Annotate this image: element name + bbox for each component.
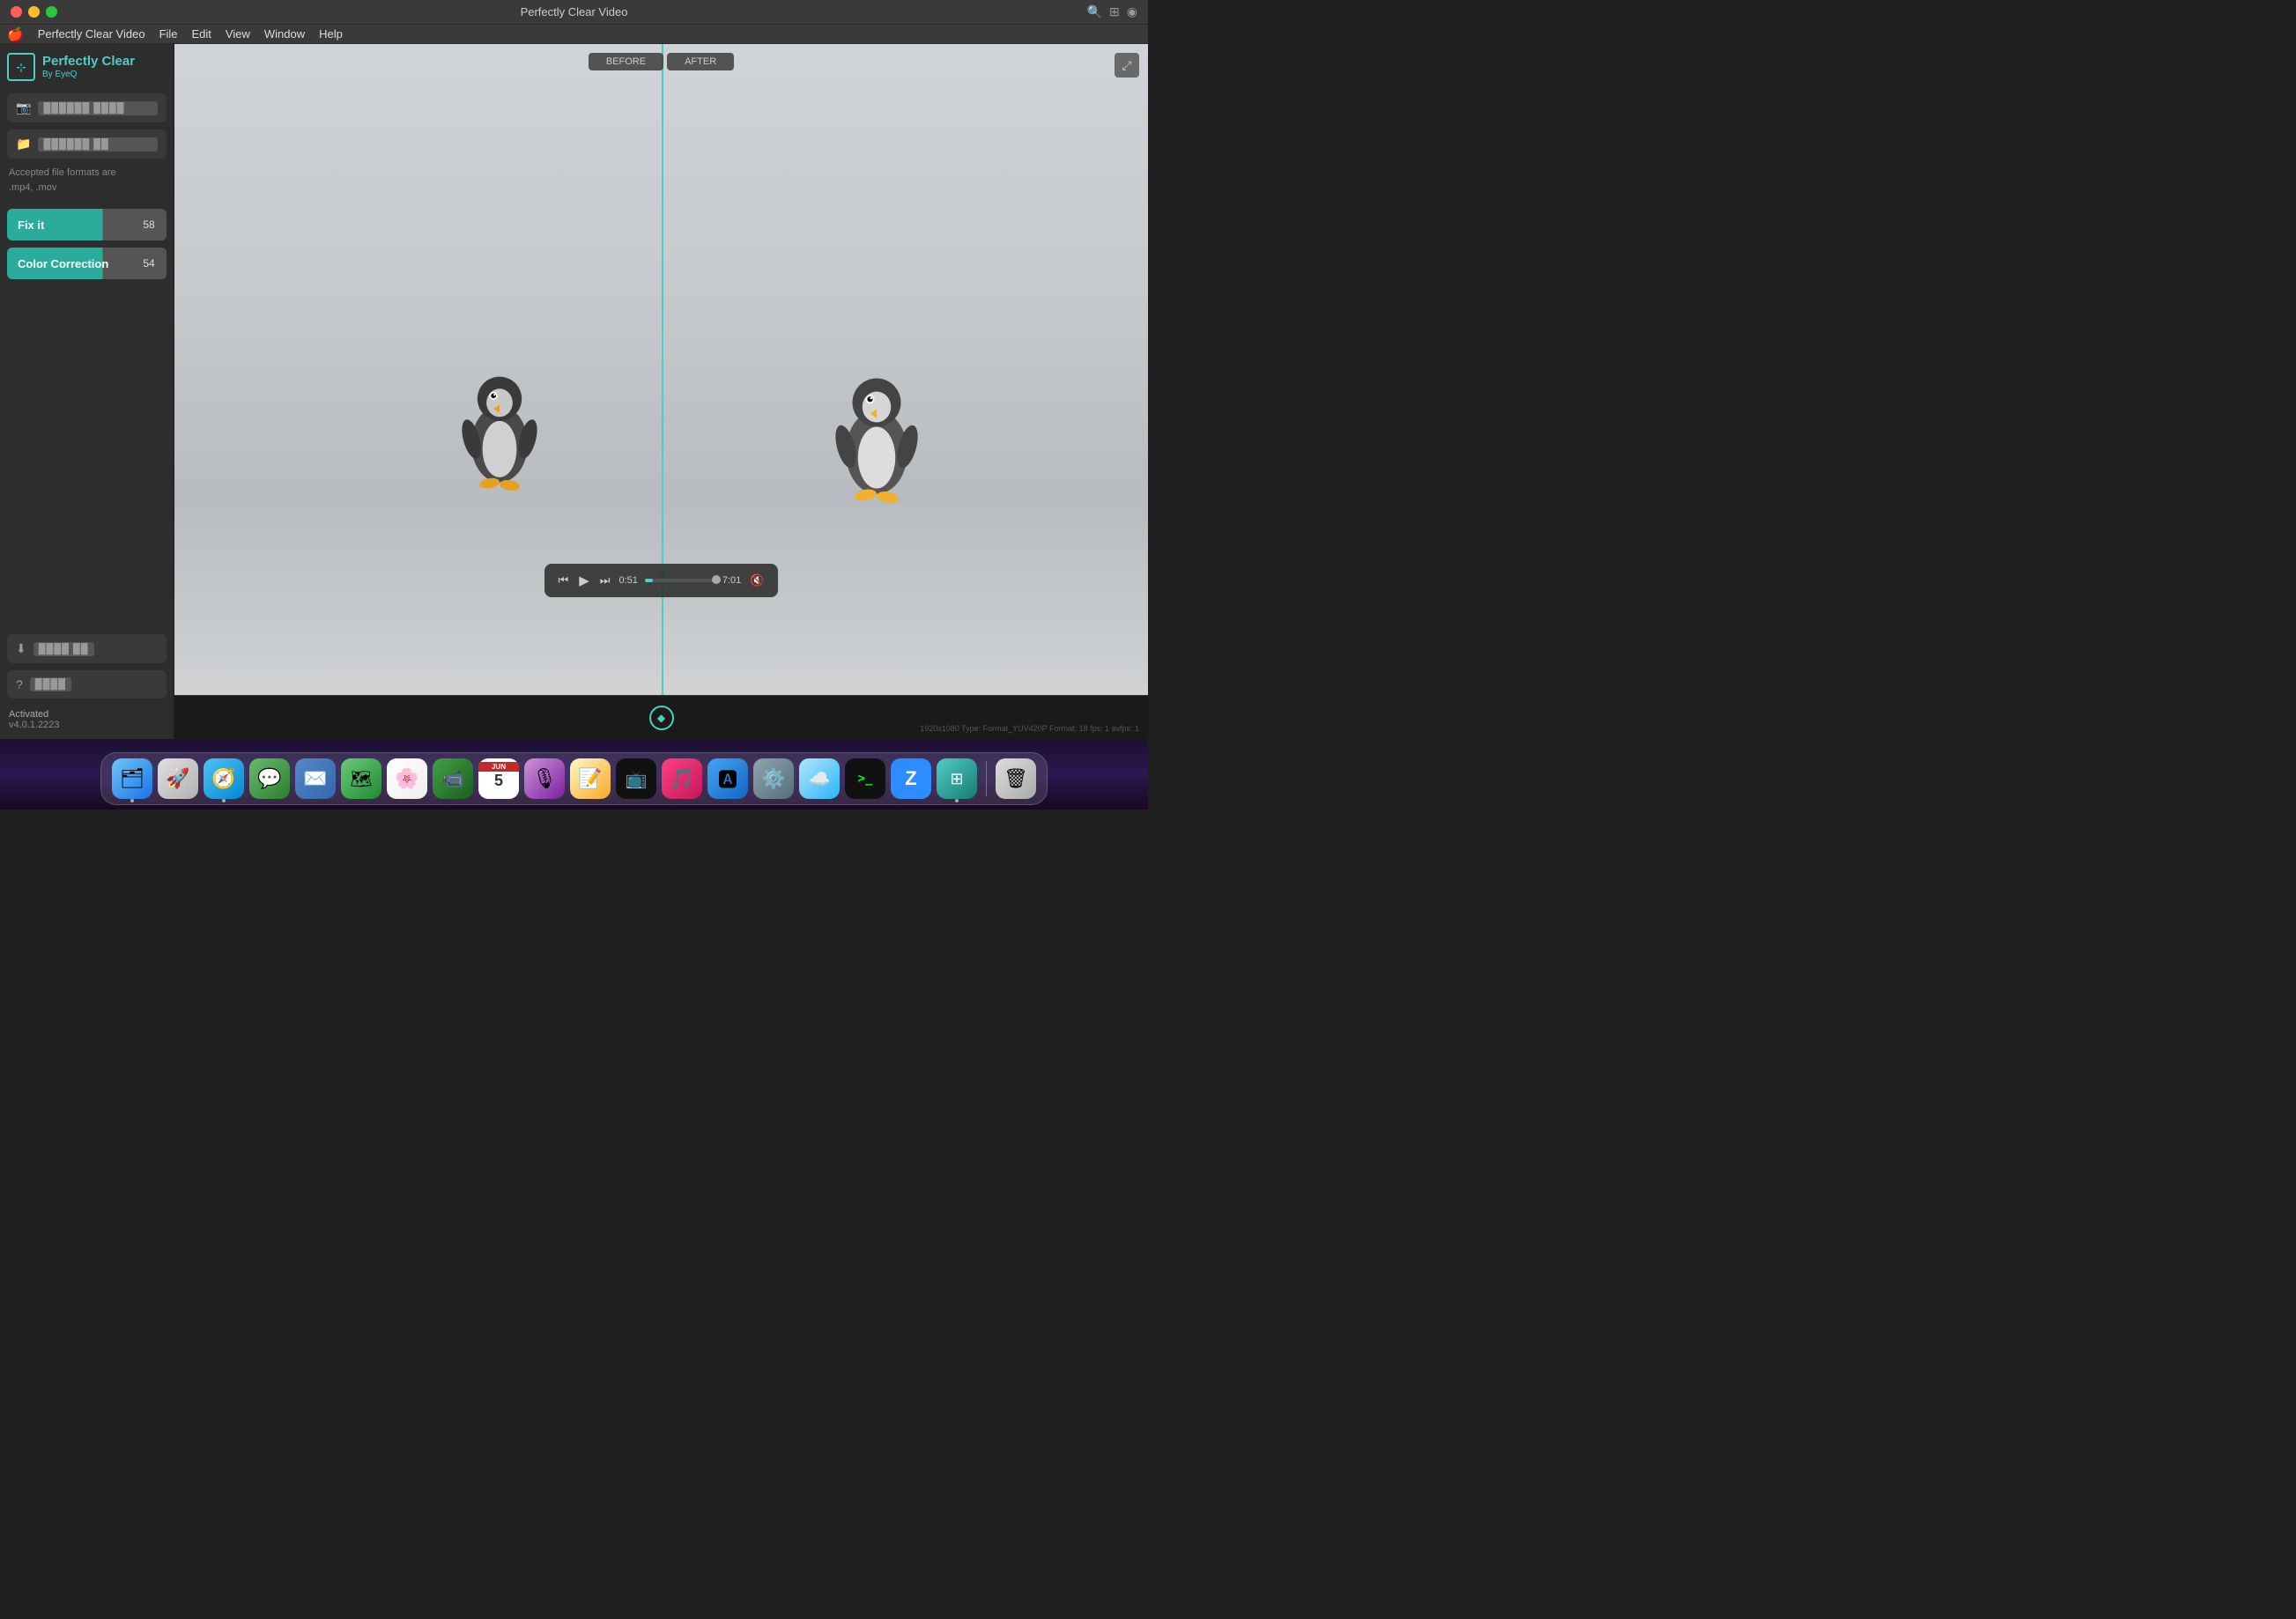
penguin-left bbox=[447, 359, 552, 499]
current-time: 0:51 bbox=[618, 575, 637, 586]
fixit-value: 58 bbox=[131, 209, 167, 240]
status-area: Activated v4.0.1.2223 bbox=[7, 706, 167, 730]
dock-icon-facetime[interactable]: 📹 bbox=[433, 758, 473, 799]
edit-menu-item[interactable]: Edit bbox=[192, 27, 211, 41]
dock-area: 🗂 🚀 🧭 💬 ✉️ 🗺 🌸 📹 JUN 5 bbox=[0, 739, 1148, 810]
finder-dot bbox=[130, 799, 134, 802]
rewind-button[interactable]: ⏮ bbox=[557, 572, 571, 589]
maximize-button[interactable] bbox=[46, 6, 57, 18]
video-controls: ⏮ ▶ ⏭ 0:51 7:01 🔇 bbox=[544, 564, 779, 597]
download-icon: ⬇ bbox=[16, 641, 26, 656]
color-correction-button[interactable]: Color Correction 54 bbox=[7, 248, 167, 279]
window-menu-item[interactable]: Window bbox=[264, 27, 305, 41]
dock-icon-terminal[interactable]: >_ bbox=[845, 758, 885, 799]
dock-icon-screenium[interactable]: ⊞ bbox=[937, 758, 977, 799]
notification-icon[interactable]: ◉ bbox=[1127, 4, 1137, 19]
progress-bar[interactable] bbox=[645, 579, 715, 582]
menu-bar: 🍎 Perfectly Clear Video File Edit View W… bbox=[0, 25, 1148, 44]
color-correction-value: 54 bbox=[131, 248, 167, 279]
version-label: v4.0.1.2223 bbox=[9, 720, 165, 730]
question-mark-icon: ? bbox=[16, 677, 23, 691]
search-icon[interactable]: 🔍 bbox=[1087, 4, 1102, 19]
video-area: BEFORE AFTER ⤢ bbox=[174, 44, 1148, 739]
dock-icon-safari[interactable]: 🧭 bbox=[204, 758, 244, 799]
dock-icon-maps[interactable]: 🗺 bbox=[341, 758, 381, 799]
after-label: AFTER bbox=[667, 53, 734, 70]
fixit-label: Fix it bbox=[7, 218, 131, 232]
output-file-label: ██████ ██ bbox=[38, 137, 158, 152]
title-bar: Perfectly Clear Video 🔍 ⊞ ◉ bbox=[0, 0, 1148, 25]
dock-icon-music[interactable]: 🎵 bbox=[662, 758, 702, 799]
fixit-button[interactable]: Fix it 58 bbox=[7, 209, 167, 240]
control-center-icon[interactable]: ⊞ bbox=[1109, 4, 1120, 19]
logo-main-text: Perfectly Clear bbox=[42, 55, 135, 70]
dock-icon-launchpad[interactable]: 🚀 bbox=[158, 758, 198, 799]
dock-icon-trash[interactable]: 🗑 bbox=[996, 758, 1036, 799]
help-button[interactable]: ? ████ bbox=[7, 670, 167, 699]
window-title: Perfectly Clear Video bbox=[521, 5, 628, 18]
save-file-button[interactable]: ⬇ ████ ██ bbox=[7, 634, 167, 663]
dock-icon-messages[interactable]: 💬 bbox=[249, 758, 290, 799]
dock-icon-photos[interactable]: 🌸 bbox=[387, 758, 427, 799]
logo-sub-text: By EyeQ bbox=[42, 70, 135, 79]
dock-separator bbox=[986, 761, 987, 796]
fullscreen-button[interactable]: ⤢ bbox=[1115, 53, 1139, 78]
view-menu-item[interactable]: View bbox=[226, 27, 250, 41]
minimize-button[interactable] bbox=[28, 6, 40, 18]
before-label: BEFORE bbox=[589, 53, 663, 70]
output-file-button[interactable]: 📁 ██████ ██ bbox=[7, 129, 167, 159]
dock-icon-appletv[interactable]: 📺 bbox=[616, 758, 656, 799]
progress-handle[interactable] bbox=[712, 575, 721, 584]
dock-icon-system-preferences[interactable]: ⚙️ bbox=[753, 758, 794, 799]
save-file-label: ████ ██ bbox=[33, 642, 94, 656]
sidebar: Perfectly Clear By EyeQ 📷 ██████ ████ 📁 … bbox=[0, 44, 174, 739]
progress-fill bbox=[645, 579, 654, 582]
dock-icon-podcasts[interactable]: 🎙 bbox=[524, 758, 565, 799]
video-camera-icon: 📷 bbox=[16, 100, 31, 115]
dock-icon-finder[interactable]: 🗂 bbox=[112, 758, 152, 799]
accepted-formats: Accepted file formats are.mp4, .mov bbox=[7, 166, 167, 195]
dock-icon-calendar[interactable]: JUN 5 bbox=[478, 758, 519, 799]
dock-icon-mail[interactable]: ✉️ bbox=[295, 758, 336, 799]
main-container: Perfectly Clear By EyeQ 📷 ██████ ████ 📁 … bbox=[0, 44, 1148, 739]
apple-menu[interactable]: 🍎 bbox=[7, 26, 24, 42]
logo-text: Perfectly Clear By EyeQ bbox=[42, 55, 135, 79]
safari-dot bbox=[222, 799, 226, 802]
app-menu-item[interactable]: Perfectly Clear Video bbox=[38, 27, 145, 41]
folder-icon: 📁 bbox=[16, 137, 31, 152]
volume-button[interactable]: 🔇 bbox=[748, 572, 766, 589]
traffic-lights bbox=[11, 6, 57, 18]
color-correction-label: Color Correction bbox=[7, 257, 131, 270]
dock-icon-appstore[interactable]: 🅰 bbox=[707, 758, 748, 799]
play-button[interactable]: ▶ bbox=[577, 571, 591, 590]
penguin-scene: ⏮ ▶ ⏭ 0:51 7:01 🔇 bbox=[174, 44, 1148, 695]
dock-icon-icloud[interactable]: ☁️ bbox=[799, 758, 840, 799]
dock-icon-notes[interactable]: 📝 bbox=[570, 758, 611, 799]
video-info: 1920x1080 Type: Format_YUV420P Format: 1… bbox=[920, 723, 1139, 735]
help-label: ████ bbox=[30, 677, 71, 691]
help-menu-item[interactable]: Help bbox=[319, 27, 343, 41]
total-time: 7:01 bbox=[722, 575, 741, 586]
dock: 🗂 🚀 🧭 💬 ✉️ 🗺 🌸 📹 JUN 5 bbox=[100, 752, 1048, 805]
screenium-dot bbox=[955, 799, 959, 802]
input-video-label: ██████ ████ bbox=[38, 101, 158, 115]
scrubber-bar: 1920x1080 Type: Format_YUV420P Format: 1… bbox=[174, 695, 1148, 739]
title-bar-icons: 🔍 ⊞ ◉ bbox=[1087, 4, 1137, 19]
penguin-right bbox=[819, 359, 934, 513]
logo-area: Perfectly Clear By EyeQ bbox=[7, 53, 167, 81]
activation-status: Activated bbox=[9, 709, 165, 720]
fast-forward-button[interactable]: ⏭ bbox=[598, 572, 612, 589]
before-after-bar: BEFORE AFTER bbox=[174, 53, 1148, 70]
scrubber-handle[interactable] bbox=[649, 706, 674, 730]
close-button[interactable] bbox=[11, 6, 22, 18]
logo-icon bbox=[7, 53, 35, 81]
video-frame: ⏮ ▶ ⏭ 0:51 7:01 🔇 bbox=[174, 44, 1148, 695]
dock-icon-zoom[interactable]: Z bbox=[891, 758, 931, 799]
input-video-button[interactable]: 📷 ██████ ████ bbox=[7, 93, 167, 122]
file-menu-item[interactable]: File bbox=[159, 27, 178, 41]
